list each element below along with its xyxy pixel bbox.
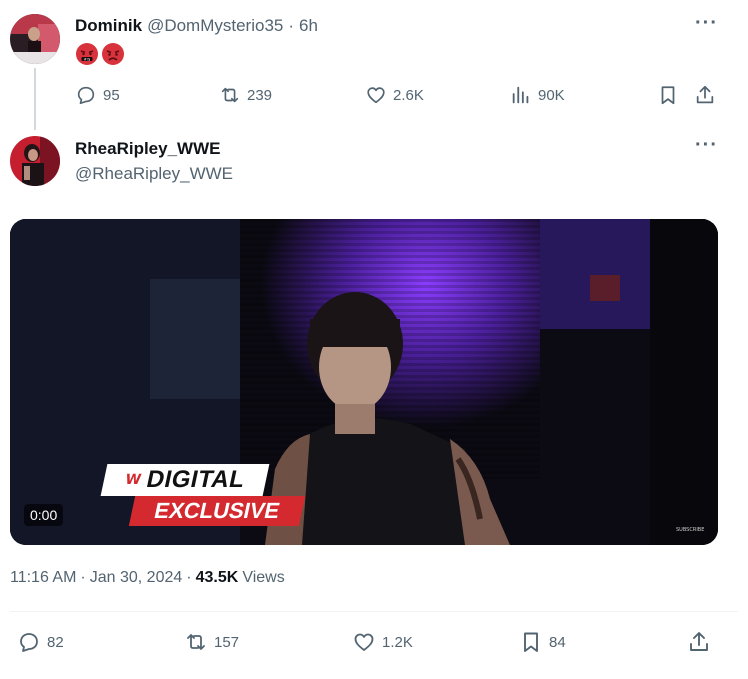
retweet-button[interactable]: 239 [219, 84, 272, 106]
separator-dot: · [288, 16, 295, 35]
reply-count: 82 [47, 633, 64, 651]
views-button[interactable]: 90K [510, 84, 565, 106]
views-count: 90K [538, 86, 565, 104]
post-date[interactable]: Jan 30, 2024 [90, 569, 183, 587]
reply-text: #!$ [75, 42, 125, 66]
reply-button[interactable]: 82 [17, 630, 64, 654]
angry-face-emoji: #!$ [76, 43, 98, 65]
avatar-dominik[interactable] [10, 14, 60, 64]
more-options-button[interactable]: ··· [695, 12, 718, 35]
thread-line [34, 68, 36, 130]
retweet-icon [221, 87, 239, 103]
bookmark-count: 84 [549, 633, 566, 651]
post-time[interactable]: 6h [299, 16, 318, 36]
wwe-logo-icon: W [123, 472, 143, 488]
angry-face-emoji [102, 43, 124, 65]
share-button[interactable] [694, 84, 716, 111]
bookmark-button[interactable]: 84 [519, 630, 566, 654]
separator-dot: · [186, 569, 192, 586]
reply-button[interactable]: 95 [75, 84, 120, 106]
analytics-icon [512, 86, 529, 104]
retweet-button[interactable]: 157 [184, 630, 239, 654]
svg-text:#!$: #!$ [84, 57, 91, 61]
comment-icon [20, 633, 38, 652]
badge-bottom: EXCLUSIVE [128, 496, 306, 526]
reply-count: 95 [103, 86, 120, 104]
subscribe-watermark: SUBSCRIBE [676, 527, 705, 533]
like-button[interactable]: 1.2K [352, 630, 413, 654]
video-duration: 0:00 [24, 504, 64, 526]
heart-icon [354, 633, 374, 651]
share-icon [690, 632, 708, 651]
retweet-icon [187, 634, 205, 650]
main-display-name-wrap: RheaRipley_WWE [75, 139, 220, 159]
display-name[interactable]: Dominik [75, 16, 142, 36]
share-button[interactable] [687, 630, 711, 659]
heart-icon [367, 87, 385, 104]
bookmark-icon [524, 632, 538, 652]
retweet-count: 239 [247, 86, 273, 104]
badge-top-text: DIGITAL [144, 466, 248, 493]
user-handle[interactable]: @DomMysterio35 [147, 16, 283, 36]
like-button[interactable]: 2.6K [365, 84, 424, 106]
reply-header: Dominik @DomMysterio35 · 6h [75, 16, 318, 36]
post-time[interactable]: 11:16 AM [10, 569, 76, 587]
like-count: 1.2K [382, 633, 413, 651]
display-name[interactable]: RheaRipley_WWE [75, 139, 220, 158]
timestamp-line: 11:16 AM · Jan 30, 2024 · 43.5K Views [10, 569, 285, 587]
bookmark-icon [661, 86, 675, 105]
more-options-button[interactable]: ··· [695, 134, 718, 157]
badge-top: W DIGITAL [100, 464, 270, 496]
views-label: Views [242, 569, 285, 586]
avatar-rhea[interactable] [10, 136, 60, 186]
bookmark-button[interactable] [657, 84, 679, 111]
video-player[interactable]: W DIGITAL EXCLUSIVE 0:00 SUBSCRIBE [10, 219, 718, 545]
separator-dot: · [80, 569, 86, 586]
comment-icon [77, 86, 95, 105]
badge-bottom-text: EXCLUSIVE [152, 498, 283, 523]
video-frame [10, 219, 718, 545]
main-handle-wrap: @RheaRipley_WWE [75, 164, 233, 184]
share-icon [696, 85, 714, 104]
views-total: 43.5K [195, 569, 239, 586]
divider [10, 611, 738, 612]
retweet-count: 157 [214, 633, 240, 651]
like-count: 2.6K [393, 86, 424, 104]
user-handle[interactable]: @RheaRipley_WWE [75, 164, 233, 183]
